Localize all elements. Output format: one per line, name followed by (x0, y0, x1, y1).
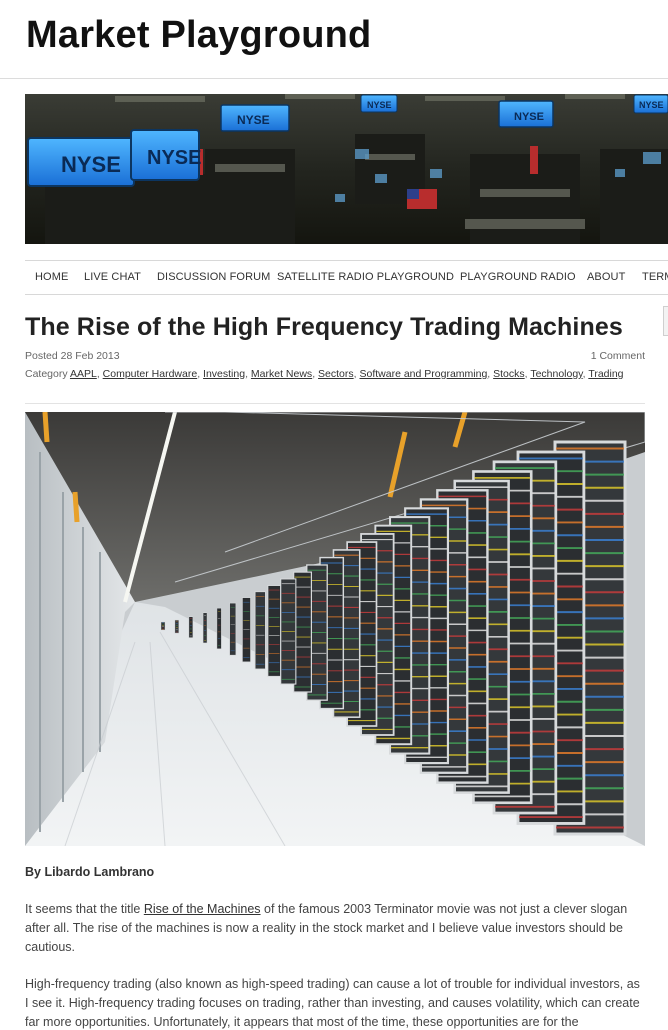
site-title[interactable]: Market Playground (26, 14, 371, 57)
nyse-sign-label: NYSE (61, 152, 121, 177)
category-link-stocks[interactable]: Stocks (493, 368, 525, 380)
post-paragraph: High-frequency trading (also known as hi… (25, 977, 640, 1029)
nyse-sign-label: NYSE (237, 113, 270, 127)
nyse-sign-label: NYSE (514, 111, 544, 123)
paragraph-text: It seems that the title (25, 902, 144, 916)
nav-item-home[interactable]: HOME (35, 271, 68, 283)
post-categories: Category AAPL, Computer Hardware, Invest… (25, 368, 624, 380)
post-byline: By Libardo Lambrano (25, 865, 155, 879)
category-link-software-and-programming[interactable]: Software and Programming (359, 368, 487, 380)
comments-link[interactable]: 1 Comment (591, 350, 645, 362)
category-link-sectors[interactable]: Sectors (318, 368, 354, 380)
nav-item-playground-radio[interactable]: PLAYGROUND RADIO (460, 271, 576, 283)
nav-item-discussion-forum[interactable]: DISCUSSION FORUM (157, 271, 270, 283)
main-nav: HOME LIVE CHAT DISCUSSION FORUM SATELLIT… (25, 260, 668, 295)
category-link-computer-hardware[interactable]: Computer Hardware (103, 368, 198, 380)
nav-item-live-chat[interactable]: LIVE CHAT (84, 271, 141, 283)
nav-scroll-arrow[interactable] (663, 306, 668, 336)
category-link-market-news[interactable]: Market News (251, 368, 312, 380)
post-hero-image (25, 412, 645, 846)
rise-of-the-machines-link[interactable]: Rise of the Machines (144, 902, 261, 916)
nyse-sign-label: NYSE (367, 100, 392, 110)
site-header: Market Playground (0, 0, 668, 79)
meta-divider (25, 403, 645, 404)
category-link-investing[interactable]: Investing (203, 368, 245, 380)
nav-item-terms[interactable]: TERMS (642, 271, 668, 283)
nyse-sign-label: NYSE (147, 147, 201, 169)
header-banner-image: NYSE NYSE NYSE NYSE NYSE NYSE (25, 94, 668, 244)
category-link-technology[interactable]: Technology (530, 368, 582, 380)
nyse-sign-label: NYSE (639, 100, 664, 110)
post-paragraph: It seems that the title Rise of the Mach… (25, 900, 645, 957)
category-link-trading[interactable]: Trading (588, 368, 623, 380)
post-date: Posted 28 Feb 2013 (25, 350, 120, 362)
category-label: Category (25, 368, 68, 380)
post-title[interactable]: The Rise of the High Frequency Trading M… (25, 313, 623, 342)
nav-item-satellite-radio-playground[interactable]: SATELLITE RADIO PLAYGROUND (277, 271, 454, 283)
nav-item-about[interactable]: ABOUT (587, 271, 625, 283)
category-link-aapl[interactable]: AAPL (70, 368, 97, 380)
